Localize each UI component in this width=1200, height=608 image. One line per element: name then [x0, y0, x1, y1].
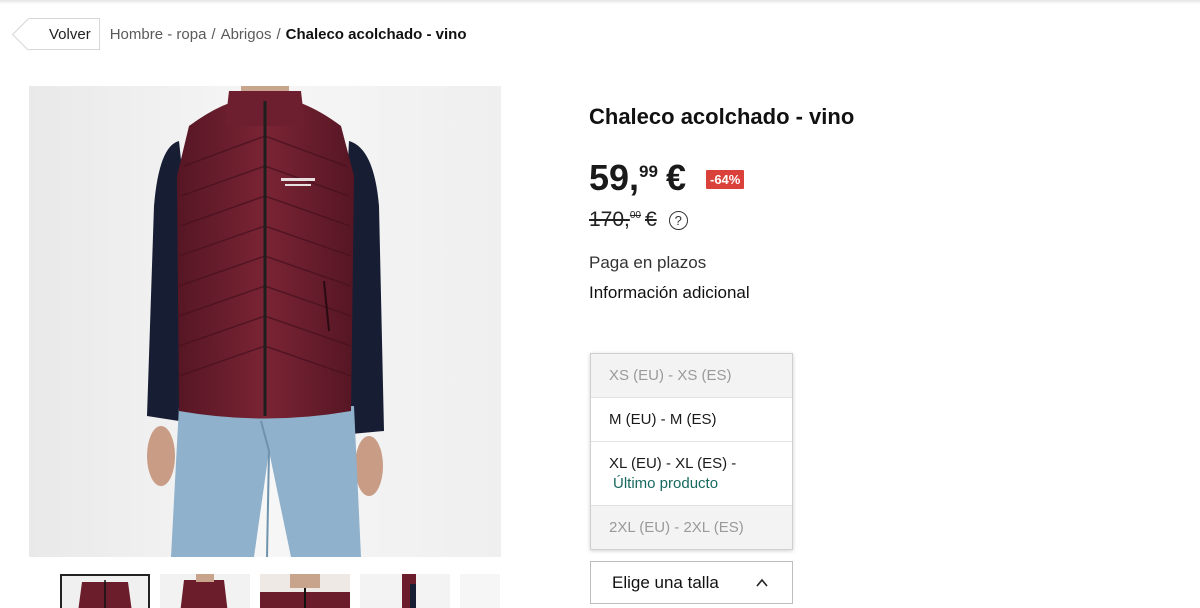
- product-main-image[interactable]: [29, 86, 501, 557]
- product-title: Chaleco acolchado - vino: [589, 104, 855, 129]
- size-dropdown-menu: XS (EU) - XS (ES) M (EU) - M (ES) XL (EU…: [590, 353, 793, 550]
- top-bar-shadow: [0, 0, 1200, 4]
- thumbnail-3[interactable]: [360, 574, 450, 608]
- old-price: 170, 00 €: [589, 208, 657, 232]
- size-option-label: 2XL (EU) - 2XL (ES): [609, 519, 744, 536]
- thumbnail-1[interactable]: [160, 574, 250, 608]
- breadcrumb-separator: /: [276, 25, 281, 43]
- breadcrumb: Volver Hombre - ropa / Abrigos / Chaleco…: [29, 18, 466, 50]
- old-price-integer: 170,: [589, 208, 630, 231]
- size-option-xs[interactable]: XS (EU) - XS (ES): [591, 354, 792, 398]
- size-option-xl[interactable]: XL (EU) - XL (ES) - Último producto: [591, 442, 792, 506]
- breadcrumb-current: Chaleco acolchado - vino: [285, 25, 467, 43]
- breadcrumb-trail: Hombre - ropa / Abrigos / Chaleco acolch…: [110, 26, 467, 43]
- size-select-label: Elige una talla: [612, 572, 719, 592]
- size-option-label: XL (EU) - XL (ES) -: [609, 455, 737, 472]
- size-option-2xl[interactable]: 2XL (EU) - 2XL (ES): [591, 506, 792, 549]
- last-item-note: Último producto: [613, 475, 719, 492]
- old-price-row: 170, 00 € ?: [589, 208, 688, 232]
- discount-badge: -64%: [706, 170, 745, 189]
- thumbnail-image: [160, 574, 250, 608]
- thumbnail-image: [360, 574, 450, 608]
- thumbnail-strip: [60, 574, 500, 608]
- size-option-label: XS (EU) - XS (ES): [609, 367, 732, 384]
- back-button[interactable]: Volver: [29, 18, 100, 50]
- breadcrumb-item-hombre-ropa[interactable]: Hombre - ropa: [110, 26, 207, 43]
- pay-in-installments-link[interactable]: Paga en plazos: [589, 253, 706, 273]
- breadcrumb-separator: /: [211, 25, 216, 43]
- thumbnail-image: [260, 574, 350, 608]
- size-option-label: M (EU) - M (ES): [609, 411, 717, 428]
- price-decimals: 99: [639, 162, 658, 181]
- size-select[interactable]: Elige una talla: [590, 561, 793, 604]
- chevron-up-icon: [756, 578, 768, 587]
- current-price: 59, 99 € -64%: [589, 157, 745, 198]
- thumbnail-image: [62, 576, 148, 608]
- old-price-currency: €: [645, 208, 657, 231]
- product-photo: [29, 86, 501, 557]
- old-price-decimals: 00: [629, 210, 641, 221]
- price-currency: €: [665, 157, 686, 198]
- back-button-label: Volver: [49, 25, 91, 43]
- thumbnail-image: [460, 574, 500, 608]
- thumbnail-4[interactable]: [460, 574, 500, 608]
- breadcrumb-item-abrigos[interactable]: Abrigos: [221, 26, 272, 43]
- thumbnail-2[interactable]: [260, 574, 350, 608]
- question-circle-icon[interactable]: ?: [668, 210, 688, 230]
- additional-info-link[interactable]: Información adicional: [589, 283, 750, 303]
- size-option-m[interactable]: M (EU) - M (ES): [591, 398, 792, 442]
- price-integer: 59,: [589, 157, 640, 198]
- thumbnail-0[interactable]: [60, 574, 150, 608]
